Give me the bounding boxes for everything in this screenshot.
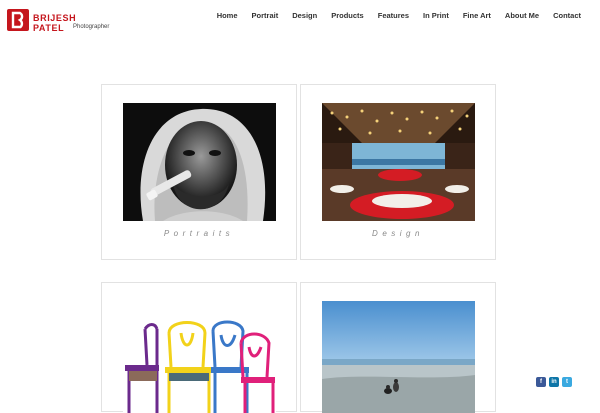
nav-item-contact[interactable]: Contact bbox=[546, 11, 588, 20]
portrait-photo[interactable] bbox=[123, 103, 276, 221]
restaurant-interior-photo[interactable] bbox=[322, 103, 475, 221]
nav-item-products[interactable]: Products bbox=[324, 11, 371, 20]
brand-name: BRIJESH PATEL bbox=[33, 13, 77, 33]
nav-item-in-print[interactable]: In Print bbox=[416, 11, 456, 20]
site-header: BRIJESH PATEL Photographer Home Portrait… bbox=[0, 0, 600, 40]
social-links: f in t bbox=[536, 377, 572, 387]
card-caption: Design bbox=[372, 229, 424, 238]
beach-couple-photo[interactable] bbox=[322, 301, 475, 413]
nav-item-design[interactable]: Design bbox=[285, 11, 324, 20]
gallery-card-features[interactable] bbox=[300, 282, 496, 413]
gallery-card-design[interactable]: Design bbox=[300, 84, 496, 260]
card-caption: Portraits bbox=[163, 229, 235, 238]
facebook-icon[interactable]: f bbox=[536, 377, 546, 387]
colorful-chairs-photo[interactable] bbox=[123, 319, 276, 413]
gallery-card-products[interactable] bbox=[101, 282, 297, 413]
logo-mark-icon bbox=[7, 9, 29, 31]
linkedin-icon[interactable]: in bbox=[549, 377, 559, 387]
twitter-icon[interactable]: t bbox=[562, 377, 572, 387]
nav-item-portrait[interactable]: Portrait bbox=[245, 11, 286, 20]
brand-tagline: Photographer bbox=[73, 24, 110, 30]
nav-item-about-me[interactable]: About Me bbox=[498, 11, 546, 20]
main-nav: Home Portrait Design Products Features I… bbox=[210, 11, 588, 20]
gallery-card-portraits[interactable]: Portraits bbox=[101, 84, 297, 260]
nav-item-features[interactable]: Features bbox=[371, 11, 416, 20]
site-logo[interactable]: BRIJESH PATEL Photographer bbox=[7, 9, 110, 35]
nav-item-fine-art[interactable]: Fine Art bbox=[456, 11, 498, 20]
nav-item-home[interactable]: Home bbox=[210, 11, 245, 20]
